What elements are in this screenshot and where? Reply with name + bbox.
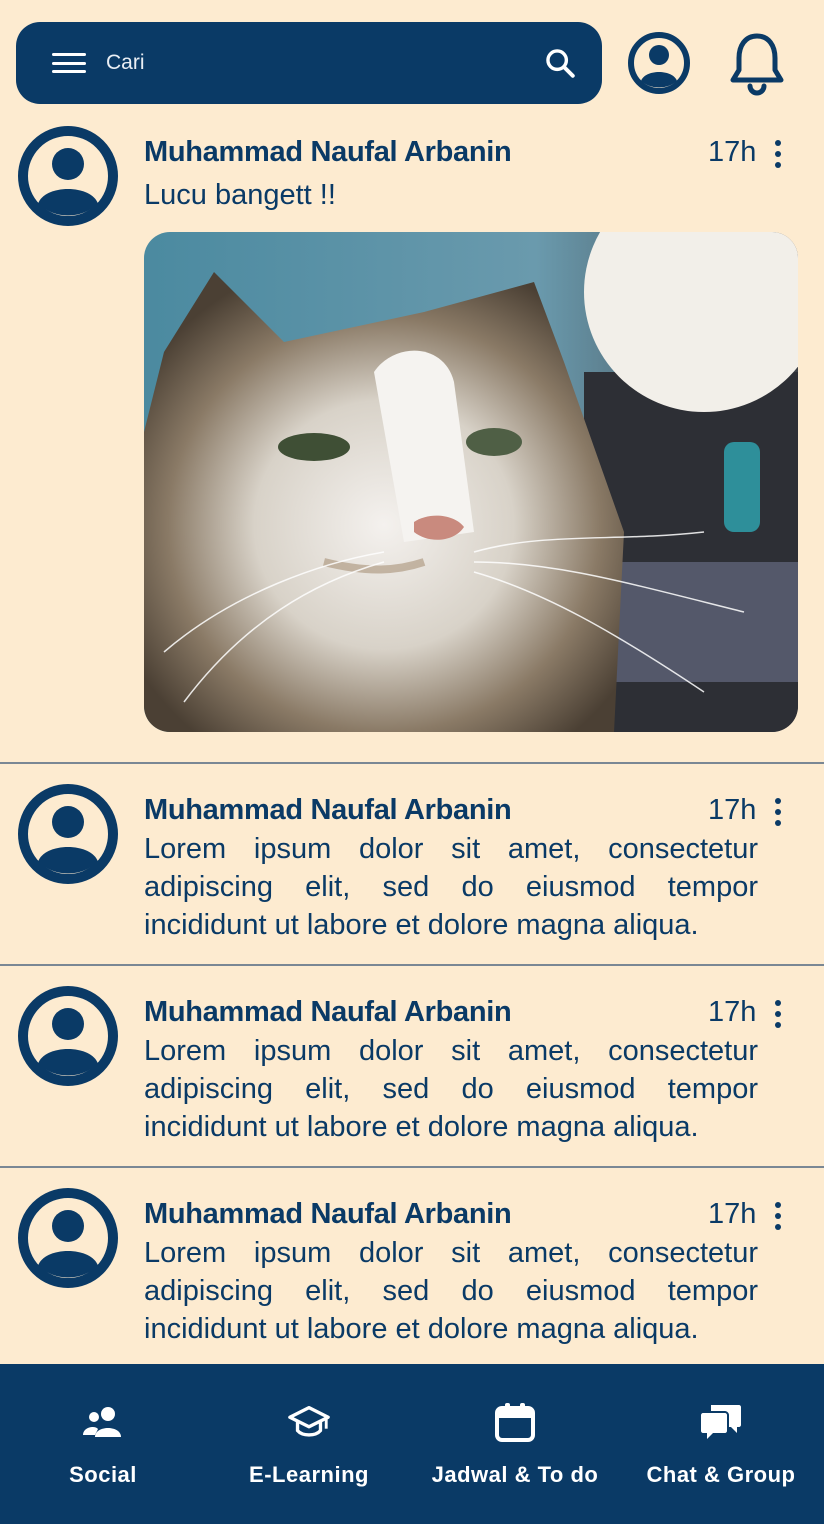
post-text: Lorem ipsum dolor sit amet, consectetur …	[144, 1237, 758, 1345]
post-time: 17h	[708, 136, 757, 168]
post-author[interactable]: Muhammad Naufal Arbanin	[144, 136, 512, 169]
nav-label: E-Learning	[249, 1462, 369, 1487]
search-icon[interactable]	[540, 43, 580, 83]
post-author[interactable]: Muhammad Naufal Arbanin	[144, 996, 512, 1029]
profile-icon[interactable]	[626, 30, 692, 96]
nav-label: Social	[69, 1462, 137, 1487]
nav-item-jadwal[interactable]: Jadwal & To do	[412, 1364, 618, 1524]
post-text: Lorem ipsum dolor sit amet, consectetur …	[144, 833, 758, 941]
bell-icon[interactable]	[724, 30, 790, 96]
more-vertical-icon[interactable]	[766, 796, 790, 828]
post-text: Lucu bangett !!	[144, 179, 336, 211]
search-bar[interactable]: Cari	[16, 22, 602, 104]
search-input[interactable]: Cari	[106, 51, 540, 75]
chat-bubbles-icon	[699, 1400, 743, 1444]
nav-item-elearning[interactable]: E-Learning	[206, 1364, 412, 1524]
post-text: Lorem ipsum dolor sit amet, consectetur …	[144, 1035, 758, 1143]
more-vertical-icon[interactable]	[766, 998, 790, 1030]
post-time: 17h	[708, 996, 757, 1028]
nav-label: Chat & Group	[646, 1462, 796, 1487]
divider	[0, 1166, 824, 1168]
post-time: 17h	[708, 1198, 757, 1230]
top-bar: Cari	[0, 0, 824, 120]
bottom-navigation: Social E-Learning Jadwal & To do Chat & …	[0, 1364, 824, 1524]
avatar[interactable]	[18, 1188, 118, 1288]
nav-item-social[interactable]: Social	[0, 1364, 206, 1524]
more-vertical-icon[interactable]	[766, 138, 790, 170]
users-icon	[81, 1400, 125, 1444]
nav-label: Jadwal & To do	[431, 1462, 599, 1487]
hamburger-menu-icon[interactable]	[52, 51, 86, 75]
avatar[interactable]	[18, 986, 118, 1086]
graduation-cap-icon	[287, 1400, 331, 1444]
calendar-icon	[493, 1400, 537, 1444]
divider	[0, 964, 824, 966]
post-time: 17h	[708, 794, 757, 826]
nav-item-chat[interactable]: Chat & Group	[618, 1364, 824, 1524]
post-image[interactable]	[144, 232, 798, 732]
avatar[interactable]	[18, 784, 118, 884]
post-author[interactable]: Muhammad Naufal Arbanin	[144, 794, 512, 827]
divider	[0, 762, 824, 764]
avatar[interactable]	[18, 126, 118, 226]
post-author[interactable]: Muhammad Naufal Arbanin	[144, 1198, 512, 1231]
more-vertical-icon[interactable]	[766, 1200, 790, 1232]
